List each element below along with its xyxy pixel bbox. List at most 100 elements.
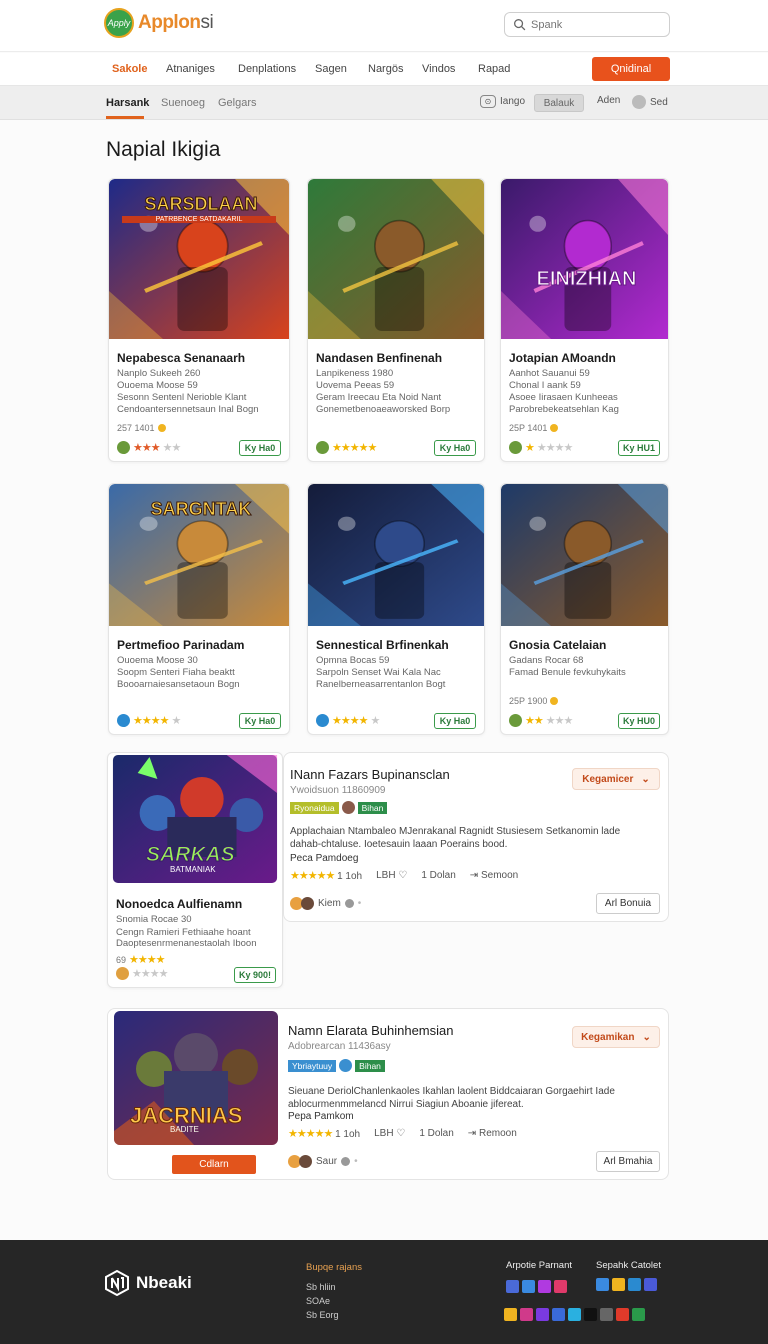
card-detail: Sarpoln Senset Wai Kala Nac: [316, 667, 441, 678]
footer-logo[interactable]: Nbeaki: [104, 1270, 192, 1296]
tab-3[interactable]: Gelgars: [218, 97, 257, 109]
nav-item-3[interactable]: Denplations: [238, 63, 296, 75]
search-input[interactable]: [531, 18, 661, 31]
avatar: [316, 714, 329, 727]
logo-text[interactable]: Applonsi: [138, 12, 214, 34]
featured-meta-item: LBH ♡: [374, 1128, 406, 1139]
search-box[interactable]: [504, 12, 670, 37]
tab-2[interactable]: Suenoeg: [161, 97, 205, 109]
card-score: 25P 1900: [509, 696, 559, 706]
social-icon[interactable]: [644, 1278, 657, 1291]
social-icon[interactable]: [632, 1308, 645, 1321]
card-title[interactable]: Pertmefioo Parinadam: [117, 638, 244, 652]
app-store-icon[interactable]: [506, 1280, 519, 1293]
nav-item-7[interactable]: Rapad: [478, 63, 510, 75]
game-art-image: [501, 484, 668, 626]
featured-meta-item: ⇥ Semoon: [469, 870, 519, 881]
nav-item-2[interactable]: Atnaniges: [166, 63, 215, 75]
social-icon[interactable]: [584, 1308, 597, 1321]
featured-meta-item: ⇥ Remoon: [467, 1128, 517, 1139]
card-title[interactable]: Jotapian AMoandn: [509, 351, 616, 365]
featured-card[interactable]: SARKAS BATMANIAK Nonoedca Aulfienamn Sno…: [107, 752, 283, 988]
logo-mark-icon[interactable]: Apply: [104, 8, 134, 38]
nav-item-5[interactable]: Nargös: [368, 63, 403, 75]
nav-item-1[interactable]: Sakole: [112, 63, 147, 75]
card-action-button[interactable]: Ky HU1: [618, 440, 660, 456]
featured-card-button[interactable]: Ky 900!: [234, 967, 276, 983]
game-card[interactable]: Jotapian AMoandn Aanhot Sauanui 59 Chonal …: [500, 178, 669, 462]
featured-title[interactable]: INann Fazars Bupinansclan: [290, 767, 450, 782]
status-dot: [341, 1157, 351, 1166]
settings-icon: [632, 95, 646, 109]
social-icon[interactable]: [600, 1308, 613, 1321]
chevron-down-icon: ⌄: [641, 773, 650, 785]
card-image: [501, 179, 668, 339]
tab-1[interactable]: Harsank: [106, 97, 149, 109]
card-action-button[interactable]: Ky Ha0: [239, 713, 281, 729]
card-action-button[interactable]: Ky Ha0: [434, 440, 476, 456]
featured-publisher: Peca Pamdoeg: [290, 853, 359, 864]
footer-link[interactable]: SOAe: [306, 1296, 330, 1306]
card-title[interactable]: Nandasen Benfinenah: [316, 351, 442, 365]
social-icon[interactable]: [504, 1308, 517, 1321]
card-title[interactable]: Nepabesca Senanaarh: [117, 351, 245, 365]
card-action-button[interactable]: Ky Ha0: [239, 440, 281, 456]
footer-link[interactable]: Sb hliin: [306, 1282, 336, 1292]
card-action-button[interactable]: Ky Ha0: [434, 713, 476, 729]
game-card[interactable]: Sennestical Brfinenkah Opmna Bocas 59 Sarp…: [307, 483, 485, 735]
star-icon: ★★★★: [332, 715, 368, 727]
featured-dropdown[interactable]: Kegamikan ⌄: [572, 1026, 660, 1048]
coin-icon: [157, 424, 166, 432]
featured-card-title: Nonoedca Aulfienamn: [116, 897, 243, 911]
featured-image-subcaption: BADITE: [170, 1125, 199, 1134]
social-icon[interactable]: [616, 1308, 629, 1321]
featured-action-button[interactable]: Arl Bonuia: [596, 893, 660, 914]
card-title[interactable]: Sennestical Brfinenkah: [316, 638, 449, 652]
featured-action-button[interactable]: Arl Bmahia: [596, 1151, 660, 1172]
filter-button[interactable]: Balauk: [534, 94, 584, 112]
card-action-button[interactable]: Ky HU0: [618, 713, 660, 729]
social-icon[interactable]: [596, 1278, 609, 1291]
app-store-icon[interactable]: [522, 1280, 535, 1293]
tag: Bihan: [357, 801, 388, 814]
settings-control[interactable]: Sed: [632, 95, 668, 109]
footer-link[interactable]: Sb Eorg: [306, 1310, 339, 1320]
featured-orange-button[interactable]: Cdlarn: [172, 1155, 256, 1174]
featured-card-line: Cengn Ramieri Fethiaahe hoant: [116, 927, 251, 938]
author-name: Kiem: [318, 898, 341, 909]
game-card[interactable]: Nandasen Benfinenah Lanpikeness 1980 Uovem…: [307, 178, 485, 462]
star-icon: ★: [171, 715, 181, 727]
social-icon[interactable]: [568, 1308, 581, 1321]
nav-item-4[interactable]: Sagen: [315, 63, 347, 75]
social-icon[interactable]: [520, 1308, 533, 1321]
featured-title[interactable]: Namn Elarata Buhinhemsian: [288, 1023, 453, 1038]
app-store-icon[interactable]: [554, 1280, 567, 1293]
avatar: [509, 441, 522, 454]
card-detail: Cendoantersennetsaun Inal Bogn: [117, 404, 259, 415]
star-icon: ★★★★: [133, 715, 169, 727]
featured-card-score: 69: [116, 954, 127, 965]
game-card[interactable]: Pertmefioo Parinadam Ouoema Moose 30 Soopm…: [108, 483, 290, 735]
nav-item-6[interactable]: Vindos: [422, 63, 455, 75]
featured-dropdown[interactable]: Kegamicer ⌄: [572, 768, 660, 790]
app-store-icon[interactable]: [538, 1280, 551, 1293]
social-icon[interactable]: [536, 1308, 549, 1321]
featured-subtitle: Adobrearcan 11436asy: [288, 1041, 391, 1052]
avatar: [301, 897, 314, 910]
user-label[interactable]: Aden: [597, 95, 620, 106]
primary-cta-button[interactable]: Qnidinal: [592, 57, 670, 81]
card-detail: Nanplo Sukeeh 260: [117, 368, 201, 379]
card-title[interactable]: Gnosia Catelaian: [509, 638, 606, 652]
star-icon: ★★★★★: [288, 1128, 333, 1140]
social-icon[interactable]: [628, 1278, 641, 1291]
game-art-image: [308, 484, 484, 626]
sort-control[interactable]: ⊙ Iango: [480, 95, 525, 108]
featured-author: Saur •: [288, 1155, 358, 1168]
featured-meta-item: LBH ♡: [376, 870, 408, 881]
social-icon[interactable]: [552, 1308, 565, 1321]
card-detail: Geram Ireecau Eta Noid Nant: [316, 392, 442, 403]
featured-card-line: Daoptesenrmenanestaolah Iboon: [116, 938, 257, 949]
platform-icons: [506, 1280, 567, 1293]
social-icon[interactable]: [612, 1278, 625, 1291]
game-card[interactable]: Gnosia Catelaian Gadans Rocar 68 Famad Ben…: [500, 483, 669, 735]
